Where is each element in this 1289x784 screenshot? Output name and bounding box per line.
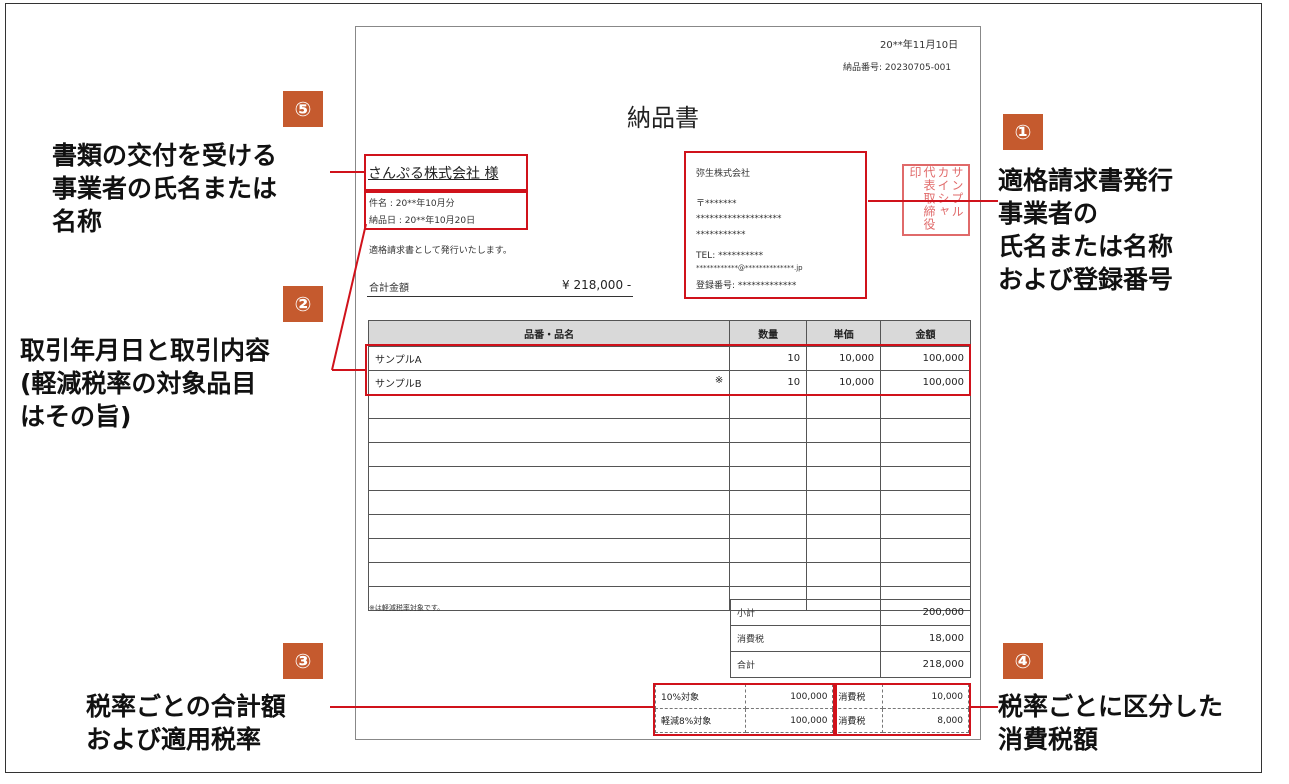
empty-row (367, 514, 971, 539)
badge-3: ③ (283, 643, 323, 679)
summary-table: 小計 200,000 消費税 18,000 合計 218,000 (729, 599, 971, 678)
header-amount: 金額 (880, 320, 971, 347)
badge-2: ② (283, 286, 323, 322)
highlight-subject-date (364, 191, 528, 230)
connector-3 (330, 706, 653, 708)
reduced-rate-footnote: ※は軽減税率対象です。 (369, 604, 445, 612)
header-unit-price: 単価 (806, 320, 882, 347)
grand-total-row: 合計 218,000 (729, 651, 971, 678)
callout-5-text: 書類の交付を受ける 事業者の氏名または 名称 (52, 141, 278, 236)
connector-1 (868, 200, 998, 202)
badge-4: ④ (1003, 643, 1043, 679)
empty-row (367, 490, 971, 515)
connector-2 (331, 223, 367, 371)
document-title: 納品書 (627, 104, 699, 132)
header-quantity: 数量 (729, 320, 808, 347)
highlight-recipient (364, 154, 528, 191)
empty-row (367, 538, 971, 563)
delivery-number: 納品番号: 20230705-001 (843, 63, 952, 73)
subtotal-row: 小計 200,000 (729, 599, 971, 626)
highlight-items (365, 344, 971, 396)
highlight-tax-amounts (835, 683, 971, 736)
connector-4 (971, 706, 998, 708)
total-underline (367, 296, 633, 297)
callout-3-text: 税率ごとの合計額 および適用税率 (86, 692, 286, 754)
header-item-name: 品番・品名 (367, 320, 731, 347)
empty-row (367, 418, 971, 443)
empty-row (367, 442, 971, 467)
total-amount-value: ¥ 218,000 - (562, 278, 632, 292)
callout-4-text: 税率ごとに区分した 消費税額 (998, 692, 1224, 754)
connector-5 (330, 171, 364, 173)
empty-row (367, 466, 971, 491)
empty-row (367, 562, 971, 587)
tax-row: 消費税 18,000 (729, 625, 971, 652)
items-header-row: 品番・品名 数量 単価 金額 (367, 320, 971, 347)
callout-1-text: 適格請求書発行 事業者の 氏名または名称 および登録番号 (998, 166, 1174, 294)
badge-1: ① (1003, 114, 1043, 150)
empty-row (367, 394, 971, 419)
highlight-issuer (684, 151, 867, 299)
document-date: 20**年11月10日 (880, 40, 959, 51)
highlight-rate-totals (653, 683, 835, 736)
badge-5: ⑤ (283, 91, 323, 127)
issue-note: 適格請求書として発行いたします。 (369, 246, 512, 256)
callout-2-text: 取引年月日と取引内容 (軽減税率の対象品目 はその旨) (20, 336, 271, 431)
